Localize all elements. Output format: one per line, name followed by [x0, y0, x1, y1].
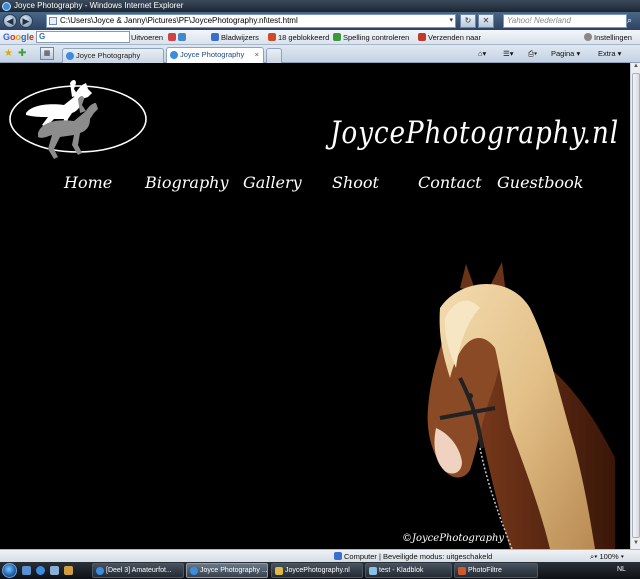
- search-placeholder: Yahoo! Nederland: [507, 16, 571, 25]
- tab-label: Joyce Photography: [76, 51, 141, 60]
- taskbar-item-label: Joyce Photography ...: [200, 567, 268, 574]
- taskbar-item-folder[interactable]: JoycePhotography.nl: [271, 563, 363, 578]
- window-title: Joyce Photography - Windows Internet Exp…: [14, 1, 184, 10]
- extra-menu-label: Extra: [598, 49, 616, 58]
- chevron-down-icon[interactable]: ▾: [449, 16, 453, 24]
- taskbar-item-label: [Deel 3] Amateurfot...: [106, 567, 172, 574]
- ie-quicklaunch-icon[interactable]: [36, 566, 45, 575]
- tab-row: ★ ✚ ▦ Joyce Photography Joyce Photograph…: [0, 45, 640, 63]
- taskbar: [Deel 3] Amateurfot... Joyce Photography…: [0, 562, 640, 579]
- bookmarks-button[interactable]: Bladwijzers: [211, 33, 259, 42]
- quicklaunch-app-icon[interactable]: [64, 566, 73, 575]
- notepad-icon: [369, 567, 377, 575]
- block-icon: [268, 33, 276, 41]
- folder-icon: [275, 567, 283, 575]
- horse-portrait-photo: [427, 262, 615, 549]
- scroll-down-icon[interactable]: ▼: [632, 540, 640, 549]
- ie-page-icon: [170, 51, 178, 59]
- ie-icon: [190, 567, 198, 575]
- spellcheck-button[interactable]: Spelling controleren: [333, 33, 409, 42]
- page-menu-button[interactable]: Pagina ▾: [551, 49, 580, 58]
- address-bar[interactable]: C:\Users\Joyce & Janny\Pictures\PF\Joyce…: [46, 14, 456, 28]
- nav-home[interactable]: Home: [64, 173, 112, 192]
- send-label: Verzenden naar: [428, 33, 481, 42]
- print-icon[interactable]: ⎙▾: [528, 49, 537, 59]
- internet-explorer-icon: [2, 2, 11, 11]
- zoom-value: 100%: [599, 552, 619, 561]
- taskbar-item-label: PhotoFiltre: [468, 567, 502, 574]
- search-input[interactable]: Yahoo! Nederland ⌕: [503, 14, 632, 28]
- nav-shoot[interactable]: Shoot: [332, 173, 379, 192]
- start-button[interactable]: [2, 563, 17, 578]
- extra-menu-button[interactable]: Extra ▾: [598, 49, 621, 58]
- zoom-icon: ⌕▾: [590, 552, 598, 561]
- refresh-button[interactable]: ↻: [460, 14, 476, 28]
- taskbar-item-label: JoycePhotography.nl: [285, 567, 350, 574]
- search-icon[interactable]: ⌕: [627, 15, 639, 27]
- bookmarks-label: Bladwijzers: [221, 33, 259, 42]
- close-tab-icon[interactable]: ×: [255, 48, 259, 61]
- tab-joyce-photography-1[interactable]: Joyce Photography: [62, 48, 164, 63]
- window-title-bar[interactable]: Joyce Photography - Windows Internet Exp…: [0, 0, 640, 12]
- nav-biography[interactable]: Biography: [145, 173, 229, 192]
- taskbar-item-photofiltre[interactable]: PhotoFiltre: [454, 563, 538, 578]
- feeds-icon[interactable]: ☰▾: [503, 49, 514, 58]
- copyright-signature: ©JoycePhotography: [402, 533, 505, 544]
- google-toolbar: Google G Uitvoeren Bladwijzers 18 geblok…: [0, 30, 640, 45]
- photofiltre-icon: [458, 567, 466, 575]
- zoom-level[interactable]: ⌕▾ 100% ▾: [590, 552, 624, 562]
- taskbar-item-label: test - Kladblok: [379, 567, 424, 574]
- computer-icon: [334, 552, 342, 560]
- taskbar-item-joyce-photography[interactable]: Joyce Photography ...: [186, 563, 268, 578]
- tab-label: Joyce Photography: [180, 50, 245, 59]
- google-search-input[interactable]: G: [36, 31, 130, 43]
- show-desktop-icon[interactable]: [22, 566, 31, 575]
- scroll-up-icon[interactable]: ▲: [632, 63, 640, 72]
- tab-joyce-photography-2[interactable]: Joyce Photography ×: [166, 47, 264, 63]
- scrollbar-thumb[interactable]: [632, 73, 640, 538]
- send-icon: [418, 33, 426, 41]
- settings-button[interactable]: Instellingen: [584, 33, 632, 42]
- popup-blocker-button[interactable]: 18 geblokkeerd: [268, 33, 329, 42]
- ie-icon: [96, 567, 104, 575]
- google-go-button[interactable]: Uitvoeren: [131, 33, 163, 42]
- nav-gallery[interactable]: Gallery: [243, 173, 302, 192]
- back-button[interactable]: ◀: [3, 14, 17, 28]
- favorites-star-icon[interactable]: ★: [4, 48, 13, 59]
- gear-icon: [584, 33, 592, 41]
- home-icon[interactable]: ⌂▾: [478, 49, 486, 58]
- page-menu-label: Pagina: [551, 49, 575, 58]
- ie-page-icon: [66, 52, 74, 60]
- taskbar-item-notepad[interactable]: test - Kladblok: [365, 563, 452, 578]
- google-logo: Google: [3, 32, 35, 42]
- security-zone[interactable]: Computer | Beveiligde modus: uitgeschake…: [334, 552, 492, 561]
- vertical-scrollbar[interactable]: ▲ ▼: [630, 63, 640, 549]
- check-icon: [333, 33, 341, 41]
- switch-windows-icon[interactable]: [50, 566, 59, 575]
- star-icon: [211, 33, 219, 41]
- nav-contact[interactable]: Contact: [418, 173, 482, 192]
- blocked-label: 18 geblokkeerd: [278, 33, 330, 42]
- add-favorite-icon[interactable]: ✚: [18, 48, 26, 59]
- taskbar-item-amateurfoto[interactable]: [Deel 3] Amateurfot...: [92, 563, 184, 578]
- stop-button[interactable]: ✕: [478, 14, 494, 28]
- page-viewport: JoycePhotography.nl Home Biography Galle…: [0, 63, 630, 549]
- language-indicator[interactable]: NL: [617, 566, 626, 573]
- spellcheck-label: Spelling controleren: [343, 33, 410, 42]
- site-title: JoycePhotography.nl: [330, 115, 620, 151]
- page-icon: [49, 17, 57, 25]
- security-zone-label: Computer | Beveiligde modus: uitgeschake…: [344, 552, 493, 561]
- status-bar: Computer | Beveiligde modus: uitgeschake…: [0, 549, 640, 562]
- new-tab-button[interactable]: [266, 48, 282, 63]
- quick-tabs-icon[interactable]: ▦: [40, 47, 54, 60]
- address-row: ◀ ▶ C:\Users\Joyce & Janny\Pictures\PF\J…: [0, 12, 640, 30]
- send-to-button[interactable]: Verzenden naar: [418, 33, 481, 42]
- google-icons-group[interactable]: [168, 33, 188, 42]
- settings-label: Instellingen: [594, 33, 632, 42]
- address-url: C:\Users\Joyce & Janny\Pictures\PF\Joyce…: [60, 16, 298, 25]
- forward-button[interactable]: ▶: [19, 14, 33, 28]
- horse-riders-logo: [9, 80, 147, 159]
- nav-guestbook[interactable]: Guestbook: [497, 173, 583, 192]
